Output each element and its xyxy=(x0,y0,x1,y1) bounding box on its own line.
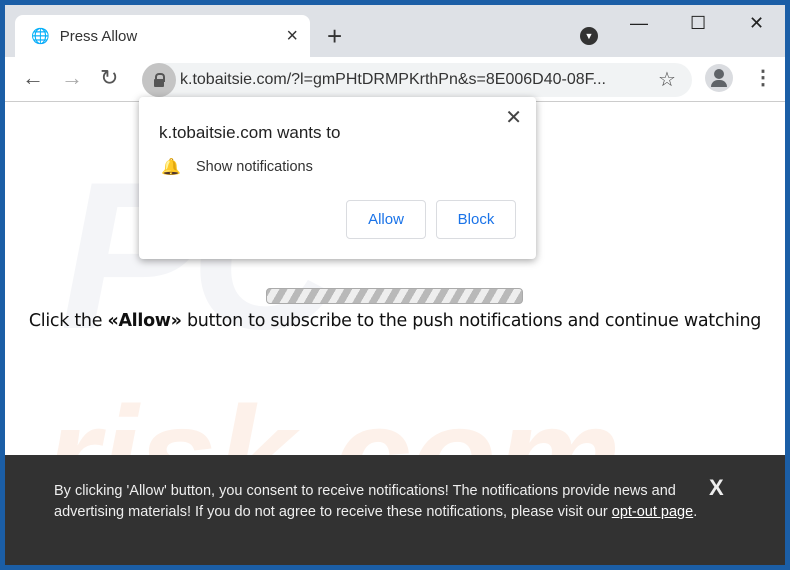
instruction-text: Click the «Allow» button to subscribe to… xyxy=(5,311,785,331)
bell-icon: 🔔 xyxy=(161,159,181,176)
opt-out-link[interactable]: opt-out page xyxy=(612,504,693,520)
tab-title: Press Allow xyxy=(59,27,138,45)
consent-body: By clicking 'Allow' button, you consent … xyxy=(54,483,676,520)
tab-press-allow[interactable]: 🌐 Press Allow × xyxy=(15,15,310,57)
url-text[interactable]: k.tobaitsie.com/?l=gmPHtDRMPKrthPn&s=8E0… xyxy=(180,71,606,89)
tab-search-dropdown-icon[interactable]: ▼ xyxy=(580,27,598,45)
maximize-button[interactable]: ☐ xyxy=(690,13,706,34)
close-window-button[interactable]: ✕ xyxy=(749,13,764,34)
consent-footer: By clicking 'Allow' button, you consent … xyxy=(5,455,785,565)
footer-close-icon[interactable]: X xyxy=(709,475,724,501)
tab-bar: 🌐 Press Allow × + ▼ — ☐ ✕ xyxy=(5,5,785,57)
block-button[interactable]: Block xyxy=(436,200,516,239)
msg-post: button to subscribe to the push notifica… xyxy=(181,311,762,331)
consent-end: . xyxy=(693,504,698,520)
reload-icon[interactable]: ↻ xyxy=(100,65,118,91)
profile-avatar-icon[interactable] xyxy=(705,64,733,92)
browser-window: 🌐 Press Allow × + ▼ — ☐ ✕ ← → ↻ k.tobait… xyxy=(5,5,785,565)
permission-text: Show notifications xyxy=(196,159,313,175)
progress-bar xyxy=(266,288,523,304)
menu-icon[interactable]: ⋮ xyxy=(753,65,773,90)
new-tab-button[interactable]: + xyxy=(327,21,342,52)
allow-button[interactable]: Allow xyxy=(346,200,426,239)
globe-icon: 🌐 xyxy=(31,28,50,45)
bookmark-star-icon[interactable]: ☆ xyxy=(658,67,676,92)
back-icon[interactable]: ← xyxy=(22,65,44,91)
lock-icon[interactable] xyxy=(142,63,176,97)
minimize-button[interactable]: — xyxy=(630,13,648,34)
consent-text: By clicking 'Allow' button, you consent … xyxy=(54,481,704,523)
notification-permission-popup: k.tobaitsie.com wants to ✕ 🔔 Show notifi… xyxy=(139,97,536,259)
tab-close-icon[interactable]: × xyxy=(286,25,298,48)
popup-close-icon[interactable]: ✕ xyxy=(505,105,522,130)
toolbar: ← → ↻ k.tobaitsie.com/?l=gmPHtDRMPKrthPn… xyxy=(5,57,785,102)
popup-title: k.tobaitsie.com wants to xyxy=(159,123,341,142)
forward-icon[interactable]: → xyxy=(61,65,83,91)
address-bar[interactable]: k.tobaitsie.com/?l=gmPHtDRMPKrthPn&s=8E0… xyxy=(142,63,692,97)
msg-pre: Click the xyxy=(28,311,108,331)
msg-bold: «Allow» xyxy=(107,311,182,331)
